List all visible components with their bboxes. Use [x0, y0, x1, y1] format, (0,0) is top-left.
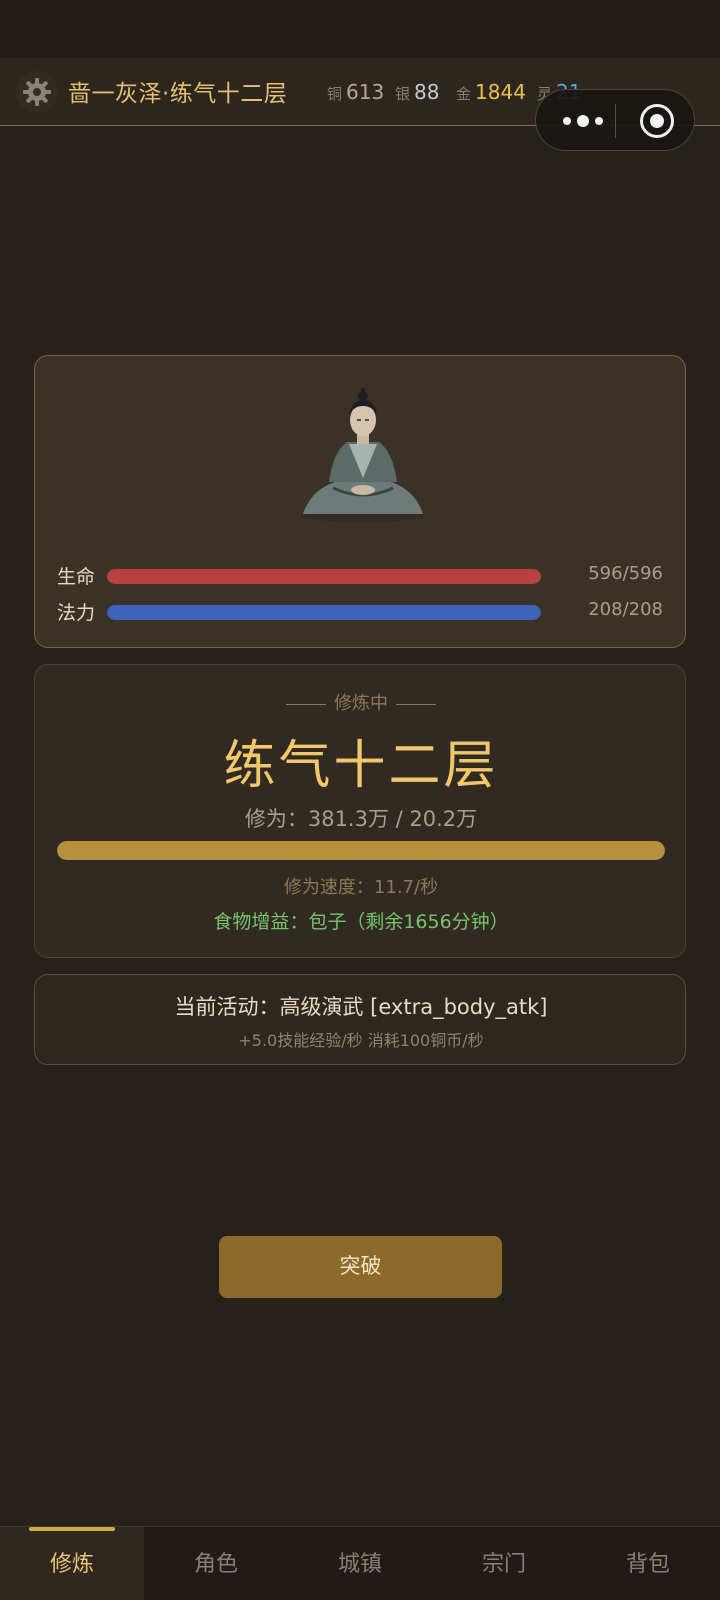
close-miniprogram-icon[interactable] [640, 104, 674, 138]
tab-label: 角色 [193, 1552, 238, 1577]
cultivation-speed: 修为速度：11.7/秒 [283, 877, 439, 898]
mp-row: 法力 208/208 [57, 597, 663, 627]
hp-value: 596/596 [588, 563, 663, 584]
character-card: 生命 596/596 法力 208/208 [34, 355, 686, 648]
currency-gold: 金 1844 [456, 80, 526, 104]
decor-line [286, 703, 326, 705]
activity-details: +5.0技能经验/秒 消耗100铜币/秒 [238, 1031, 484, 1050]
breakthrough-button[interactable]: 突破 [219, 1236, 502, 1298]
currency-label: 铜 [327, 85, 343, 103]
mp-value: 208/208 [588, 599, 663, 620]
currency-value: 88 [414, 80, 440, 104]
cultivator-avatar [301, 388, 425, 522]
currency-value: 1844 [475, 80, 526, 104]
cultivation-card: 修炼中 练气十二层 修为：381.3万 / 20.2万 修为速度：11.7/秒 … [34, 664, 686, 958]
tab-cultivate[interactable]: 修炼 [0, 1527, 144, 1600]
tab-inventory[interactable]: 背包 [576, 1527, 720, 1600]
tab-sect[interactable]: 宗门 [432, 1527, 576, 1600]
food-buff: 食物增益：包子（剩余1656分钟） [213, 911, 509, 933]
capsule-divider [615, 104, 616, 138]
decor-line [396, 703, 436, 705]
active-tab-indicator [29, 1527, 115, 1531]
xp-progress-bar [57, 841, 665, 860]
cultivation-xp-text: 修为：381.3万 / 20.2万 [244, 807, 478, 831]
mp-bar-fill [107, 605, 541, 620]
current-activity: 当前活动：高级演武 [extra_body_atk] [174, 995, 548, 1019]
tab-character[interactable]: 角色 [144, 1527, 288, 1600]
tab-label: 背包 [625, 1552, 670, 1577]
tab-label: 城镇 [337, 1552, 382, 1577]
more-options-icon[interactable] [558, 109, 608, 133]
currency-copper: 铜 613 [327, 80, 384, 104]
tab-label: 宗门 [481, 1552, 526, 1577]
currency-silver: 银 88 [395, 80, 439, 104]
hp-row: 生命 596/596 [57, 561, 663, 591]
tab-town[interactable]: 城镇 [288, 1527, 432, 1600]
settings-button[interactable] [16, 71, 58, 113]
cultivation-status-text: 修炼中 [334, 693, 388, 714]
hp-label: 生命 [57, 566, 96, 588]
gear-icon [23, 78, 51, 106]
xp-progress-fill [57, 841, 665, 860]
mp-label: 法力 [57, 602, 96, 624]
page: 啬一灰泽·练气十二层 铜613 银88 金1844 灵21 [0, 0, 720, 1600]
realm-title: 练气十二层 [223, 736, 499, 796]
miniprogram-capsule [535, 89, 695, 151]
mp-bar [107, 605, 541, 620]
hp-bar [107, 569, 541, 584]
currency-label: 银 [395, 85, 411, 103]
cultivation-status: 修炼中 [35, 689, 687, 715]
hp-bar-fill [107, 569, 541, 584]
activity-card[interactable]: 当前活动：高级演武 [extra_body_atk] +5.0技能经验/秒 消耗… [34, 974, 686, 1065]
currency-label: 金 [456, 85, 472, 103]
bottom-tab-bar: 修炼 角色 城镇 宗门 背包 [0, 1526, 720, 1600]
status-strip [0, 0, 720, 58]
tab-label: 修炼 [49, 1552, 94, 1577]
currency-value: 613 [346, 80, 385, 104]
player-title: 啬一灰泽·练气十二层 [68, 81, 288, 107]
